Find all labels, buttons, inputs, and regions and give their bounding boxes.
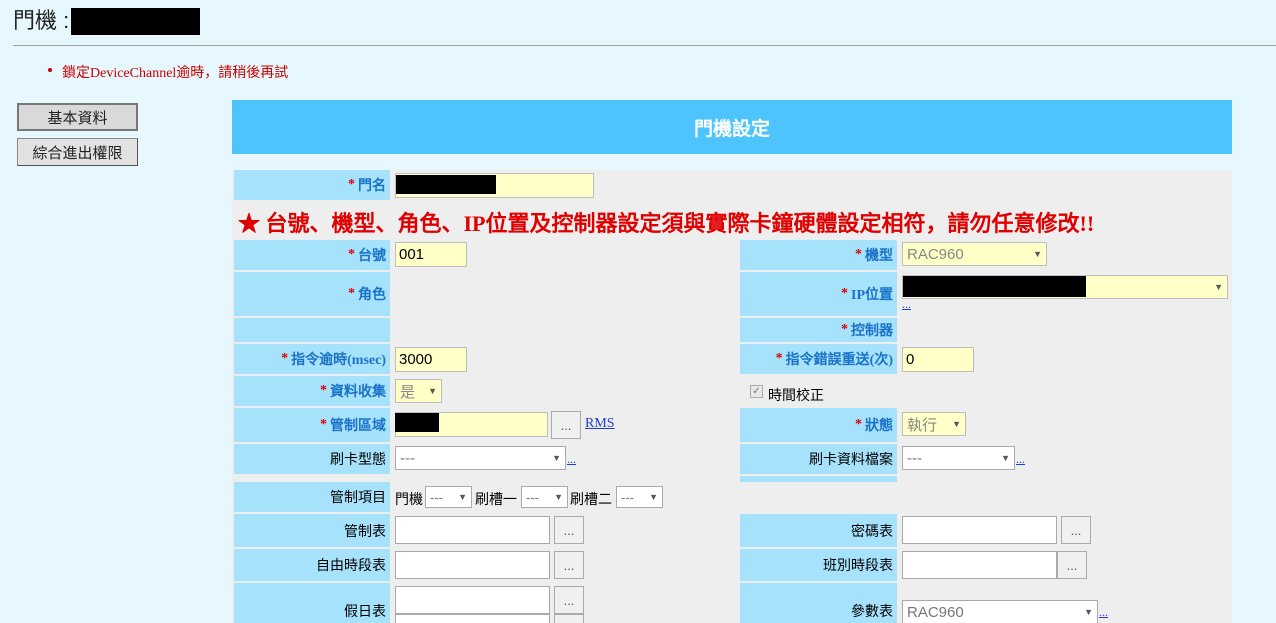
- chevron-down-icon: ▼: [552, 453, 561, 463]
- chevron-down-icon: ▼: [458, 492, 467, 502]
- time-sync-label: 時間校正: [768, 389, 824, 404]
- param-select[interactable]: RAC960 ▼: [902, 600, 1098, 623]
- control-table-label: 管制表: [234, 514, 390, 547]
- cmd-retry-label: * 指令錯誤重送(次): [740, 344, 897, 374]
- ip-more-link[interactable]: ...: [902, 297, 911, 312]
- ci-door-label: 門機: [395, 493, 423, 508]
- zone-label: * 管制區域: [234, 408, 390, 442]
- holiday-input[interactable]: [395, 586, 550, 614]
- hardware-warning: ★ 台號、機型、角色、IP位置及控制器設定須與實際卡鐘硬體設定相符，請勿任意修改…: [238, 211, 1095, 236]
- chevron-down-icon: ▼: [428, 386, 437, 396]
- free-period-input[interactable]: [395, 551, 550, 579]
- holiday-label: 假日表: [234, 583, 390, 623]
- error-message: 鎖定DeviceChannel逾時，請稍後再試: [62, 66, 289, 81]
- nav-access-rights-button[interactable]: 綜合進出權限: [17, 138, 138, 166]
- card-file-select[interactable]: --- ▼: [902, 446, 1015, 470]
- param-label: 參數表: [740, 583, 897, 623]
- status-label: * 狀態: [740, 408, 897, 442]
- ci-slot2-select[interactable]: --- ▼: [616, 486, 663, 508]
- chevron-down-icon: ▼: [1214, 282, 1223, 292]
- card-type-select[interactable]: --- ▼: [395, 446, 566, 470]
- page-title: 門機 :: [13, 8, 70, 33]
- card-file-more-link[interactable]: ...: [1016, 452, 1025, 467]
- holiday-browse-button-2[interactable]: [554, 614, 584, 623]
- unit-no-input[interactable]: 001: [395, 242, 467, 267]
- card-type-more-link[interactable]: ...: [567, 452, 576, 467]
- chevron-down-icon: ▼: [554, 492, 563, 502]
- ci-door-select[interactable]: --- ▼: [425, 486, 472, 508]
- ip-label: * IP位置: [740, 272, 897, 316]
- data-collect-label: * 資料收集: [234, 376, 390, 406]
- redacted-zone: [395, 413, 439, 432]
- nav-basic-info-button[interactable]: 基本資料: [17, 103, 138, 131]
- control-item-label: 管制項目: [234, 482, 390, 512]
- time-sync-checkbox[interactable]: ✓: [750, 385, 763, 398]
- holiday-input-2[interactable]: [395, 614, 550, 623]
- ci-slot2-label: 刷槽二: [570, 493, 612, 508]
- password-table-browse-button[interactable]: ...: [1061, 516, 1091, 544]
- role-label: * 角色: [234, 272, 390, 316]
- zone-browse-button[interactable]: ...: [551, 411, 581, 439]
- ci-slot1-select[interactable]: --- ▼: [521, 486, 568, 508]
- error-bullet-icon: [48, 68, 52, 72]
- status-select[interactable]: 執行 ▼: [902, 412, 966, 436]
- chevron-down-icon: ▼: [952, 419, 961, 429]
- card-file-label: 刷卡資料檔案: [740, 444, 897, 474]
- chevron-down-icon: ▼: [1001, 453, 1010, 463]
- blank-label: [234, 318, 390, 342]
- chevron-down-icon: ▼: [649, 492, 658, 502]
- control-table-input[interactable]: [395, 516, 550, 544]
- shift-period-input[interactable]: [902, 551, 1057, 579]
- door-name-label: * 門名: [234, 170, 390, 200]
- chevron-down-icon: ▼: [1084, 607, 1093, 617]
- card-type-label: 刷卡型態: [234, 444, 390, 474]
- zone-rms-link[interactable]: RMS: [585, 416, 615, 432]
- model-label: * 機型: [740, 240, 897, 270]
- data-collect-select[interactable]: 是 ▼: [395, 379, 442, 403]
- spacer-cell: [740, 476, 897, 482]
- divider: [13, 45, 1276, 46]
- param-more-link[interactable]: ...: [1099, 605, 1108, 620]
- shift-period-label: 班別時段表: [740, 549, 897, 581]
- cmd-timeout-label: * 指令逾時(msec): [234, 344, 390, 374]
- free-period-label: 自由時段表: [234, 549, 390, 581]
- redacted-device-name: [71, 8, 200, 35]
- password-table-input[interactable]: [902, 516, 1057, 544]
- model-select[interactable]: RAC960 ▼: [902, 242, 1047, 266]
- shift-period-browse-button[interactable]: ...: [1057, 551, 1087, 579]
- ci-slot1-label: 刷槽一: [475, 493, 517, 508]
- control-table-browse-button[interactable]: ...: [554, 516, 584, 544]
- controller-label: * 控制器: [740, 318, 897, 342]
- redacted-ip: [903, 276, 1086, 297]
- unit-no-label: * 台號: [234, 240, 390, 270]
- cmd-timeout-input[interactable]: 3000: [395, 347, 467, 372]
- section-header: 門機設定: [232, 100, 1232, 154]
- redacted-door-name: [396, 175, 496, 194]
- password-table-label: 密碼表: [740, 514, 897, 547]
- chevron-down-icon: ▼: [1033, 249, 1042, 259]
- cmd-retry-input[interactable]: 0: [902, 347, 974, 372]
- holiday-browse-button[interactable]: ...: [554, 586, 584, 614]
- free-period-browse-button[interactable]: ...: [554, 551, 584, 579]
